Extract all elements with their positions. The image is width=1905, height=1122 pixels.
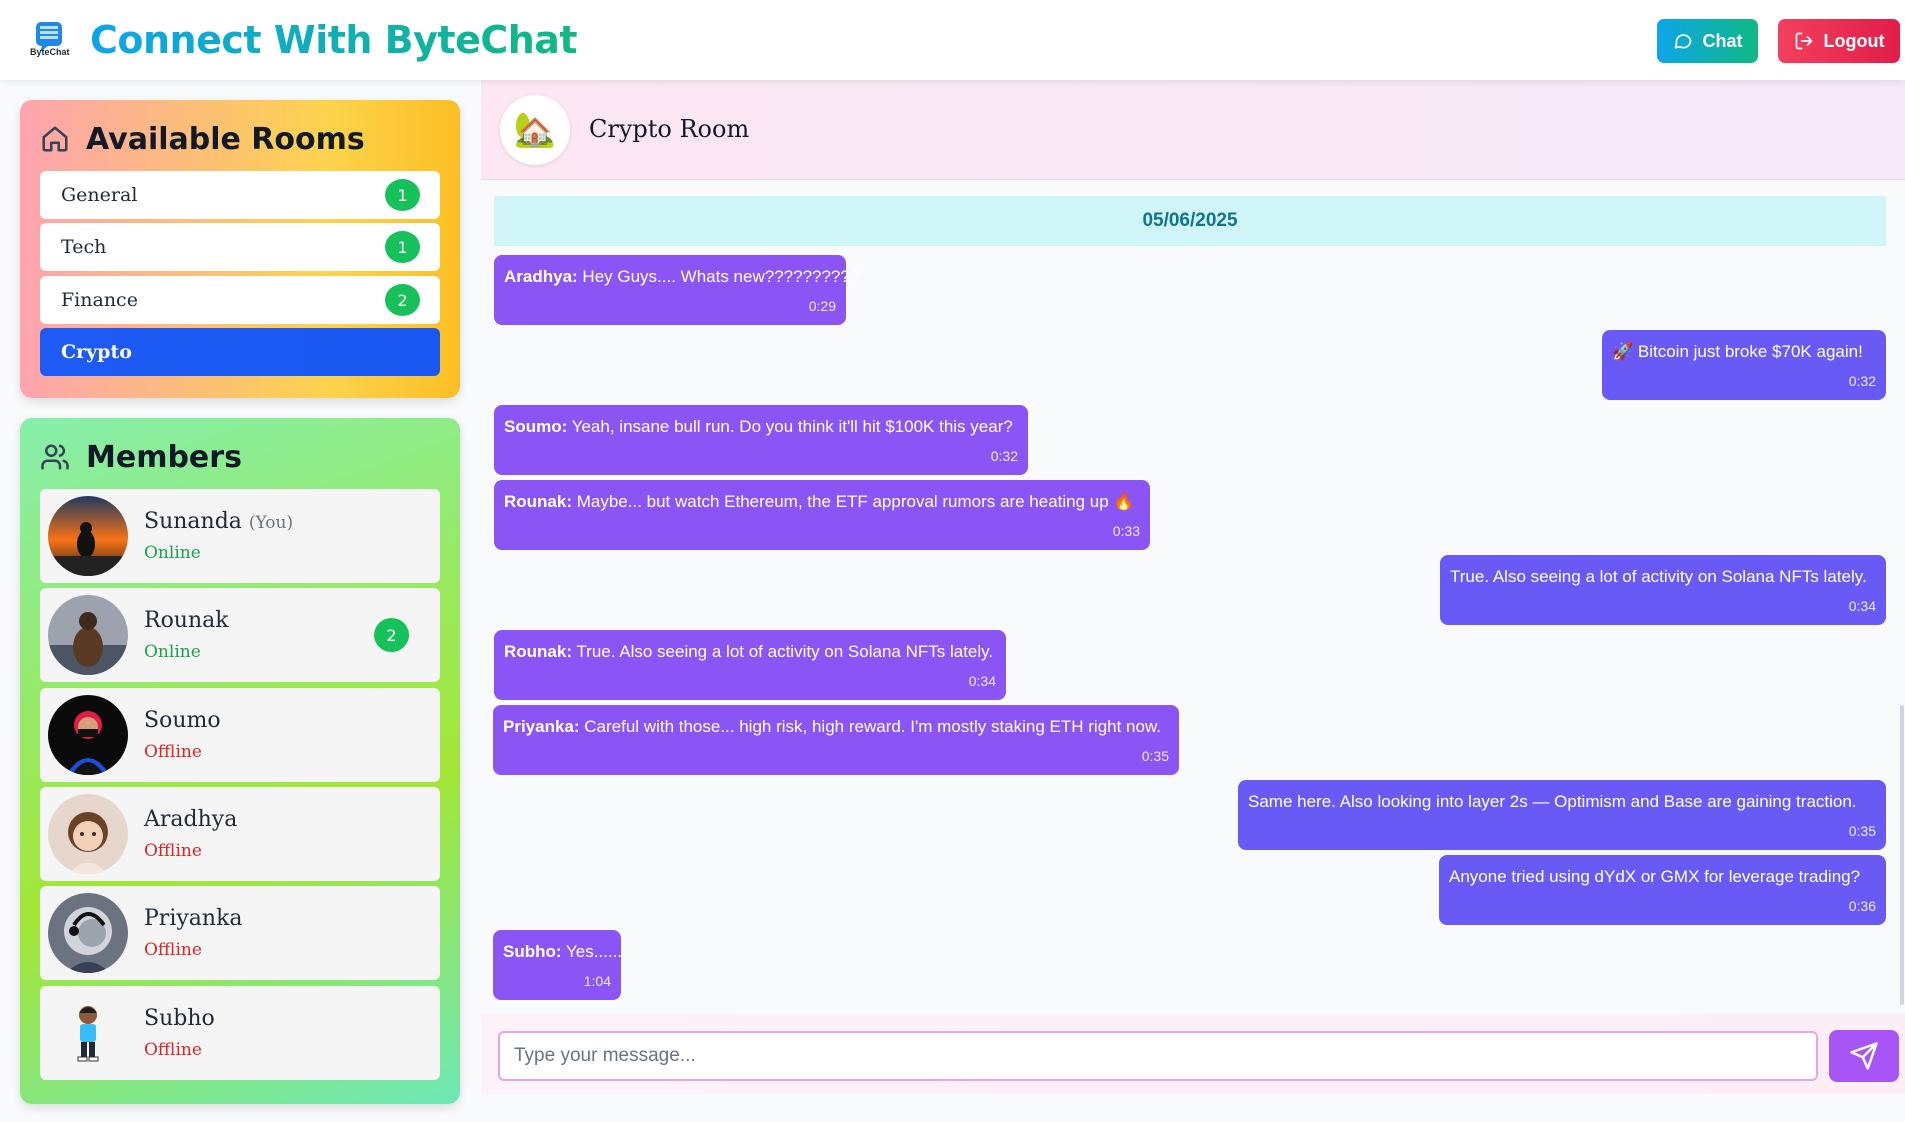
members-panel: Members Sunanda (You) Online Rounak Onli… bbox=[20, 418, 460, 1104]
rooms-panel: Available Rooms General 1 Tech 1 Finance… bbox=[20, 100, 460, 398]
member-status: Offline bbox=[144, 841, 202, 861]
member-name: Sunanda (You) bbox=[144, 509, 294, 534]
message-time: 0:32 bbox=[1848, 373, 1876, 389]
room-house-icon: 🏡 bbox=[500, 95, 570, 165]
message-sent: Same here. Also looking into layer 2s — … bbox=[1238, 780, 1886, 850]
chat-button-label: Chat bbox=[1702, 30, 1743, 51]
message-time: 0:35 bbox=[1848, 823, 1876, 839]
chat-area: 🏡 Crypto Room 05/06/2025 Aradhya: Hey Gu… bbox=[481, 80, 1905, 1122]
member-item-priyanka[interactable]: Priyanka Offline bbox=[40, 886, 440, 980]
message-received: Soumo: Yeah, insane bull run. Do you thi… bbox=[494, 405, 1028, 475]
room-label: Crypto bbox=[61, 341, 132, 363]
message-text: 🚀 Bitcoin just broke $70K again! bbox=[1612, 342, 1863, 361]
message-time: 0:35 bbox=[1141, 748, 1169, 764]
member-item-subho[interactable]: Subho Offline bbox=[40, 986, 440, 1080]
message-time: 0:32 bbox=[990, 448, 1018, 464]
logout-button-label: Logout bbox=[1823, 30, 1885, 51]
message-time: 1:04 bbox=[583, 973, 611, 989]
member-status: Offline bbox=[144, 1040, 202, 1060]
message-time: 0:36 bbox=[1848, 898, 1876, 914]
avatar bbox=[48, 993, 128, 1073]
room-item-general[interactable]: General 1 bbox=[40, 171, 440, 219]
room-item-tech[interactable]: Tech 1 bbox=[40, 223, 440, 271]
member-status: Online bbox=[144, 642, 201, 662]
message-text: Same here. Also looking into layer 2s — … bbox=[1248, 792, 1857, 811]
message-text: Anyone tried using dYdX or GMX for lever… bbox=[1449, 867, 1861, 886]
rooms-title: Available Rooms bbox=[86, 122, 365, 157]
message-text: Yeah, insane bull run. Do you think it'l… bbox=[567, 417, 1013, 436]
room-item-finance[interactable]: Finance 2 bbox=[40, 276, 440, 324]
message-text: Hey Guys.... Whats new?????????? bbox=[577, 267, 860, 286]
message-text: True. Also seeing a lot of activity on S… bbox=[572, 642, 994, 661]
member-name: Priyanka bbox=[144, 906, 243, 931]
send-icon bbox=[1850, 1042, 1878, 1070]
date-divider: 05/06/2025 bbox=[494, 196, 1886, 246]
app-title: Connect With ByteChat bbox=[90, 18, 578, 62]
message-composer bbox=[481, 1014, 1905, 1094]
logout-icon bbox=[1795, 32, 1812, 50]
member-name: Subho bbox=[144, 1006, 215, 1031]
message-received: Rounak: Maybe... but watch Ethereum, the… bbox=[494, 480, 1150, 550]
member-name: Rounak bbox=[144, 608, 229, 633]
room-label: General bbox=[61, 184, 138, 206]
message-sender: Soumo: bbox=[504, 417, 568, 436]
message-sender: Subho: bbox=[503, 942, 562, 961]
message-time: 0:29 bbox=[808, 298, 836, 314]
room-item-crypto[interactable]: Crypto bbox=[40, 328, 440, 376]
send-button[interactable] bbox=[1829, 1030, 1899, 1082]
message-received: Rounak: True. Also seeing a lot of activ… bbox=[494, 630, 1006, 700]
message-time: 0:33 bbox=[1112, 523, 1140, 539]
room-label: Finance bbox=[61, 289, 138, 311]
message-text: Careful with those... high risk, high re… bbox=[579, 717, 1162, 736]
chat-button[interactable]: Chat bbox=[1657, 19, 1758, 63]
message-sender: Priyanka: bbox=[503, 717, 580, 736]
message-sent: 🚀 Bitcoin just broke $70K again! 0:32 bbox=[1602, 330, 1886, 400]
message-sent: True. Also seeing a lot of activity on S… bbox=[1440, 555, 1886, 625]
avatar bbox=[48, 695, 128, 775]
you-label: (You) bbox=[248, 513, 294, 533]
unread-badge: 2 bbox=[374, 618, 409, 652]
avatar bbox=[48, 595, 128, 675]
member-status: Offline bbox=[144, 742, 202, 762]
users-icon bbox=[41, 444, 69, 470]
message-text: Yes...... bbox=[561, 942, 623, 961]
message-text: Maybe... but watch Ethereum, the ETF app… bbox=[572, 492, 1135, 511]
message-sender: Aradhya: bbox=[504, 267, 578, 286]
member-item-sunanda[interactable]: Sunanda (You) Online bbox=[40, 489, 440, 583]
message-sender: Rounak: bbox=[504, 642, 572, 661]
message-sent: Anyone tried using dYdX or GMX for lever… bbox=[1439, 855, 1886, 925]
room-header: 🏡 Crypto Room bbox=[481, 80, 1905, 180]
member-item-rounak[interactable]: Rounak Online 2 bbox=[40, 588, 440, 682]
avatar bbox=[48, 893, 128, 973]
logout-button[interactable]: Logout bbox=[1778, 19, 1900, 63]
room-name: Crypto Room bbox=[589, 115, 750, 143]
unread-badge: 1 bbox=[385, 179, 420, 211]
message-input[interactable] bbox=[498, 1031, 1818, 1081]
room-label: Tech bbox=[61, 236, 107, 258]
member-name: Aradhya bbox=[144, 807, 238, 832]
member-name: Soumo bbox=[144, 708, 221, 733]
avatar bbox=[48, 794, 128, 874]
message-received: Aradhya: Hey Guys.... Whats new?????????… bbox=[494, 255, 859, 325]
chat-bubble-icon bbox=[1674, 34, 1691, 49]
member-item-aradhya[interactable]: Aradhya Offline bbox=[40, 787, 440, 881]
unread-badge: 2 bbox=[385, 284, 420, 316]
message-received: Subho: Yes...... 1:04 bbox=[493, 930, 623, 1000]
member-status: Offline bbox=[144, 940, 202, 960]
member-status: Online bbox=[144, 543, 201, 563]
message-time: 0:34 bbox=[968, 673, 996, 689]
app-header: ByteChat Connect With ByteChat Chat Logo… bbox=[0, 0, 1905, 80]
member-item-soumo[interactable]: Soumo Offline bbox=[40, 688, 440, 782]
message-sender: Rounak: bbox=[504, 492, 572, 511]
avatar bbox=[48, 496, 128, 576]
message-text: True. Also seeing a lot of activity on S… bbox=[1450, 567, 1867, 586]
logo-text: ByteChat bbox=[30, 47, 70, 57]
message-received: Priyanka: Careful with those... high ris… bbox=[493, 705, 1179, 775]
home-icon bbox=[42, 126, 68, 152]
messages-scrollbar[interactable] bbox=[1900, 705, 1904, 1005]
message-time: 0:34 bbox=[1848, 598, 1876, 614]
unread-badge: 1 bbox=[385, 231, 420, 263]
members-title: Members bbox=[86, 440, 242, 475]
